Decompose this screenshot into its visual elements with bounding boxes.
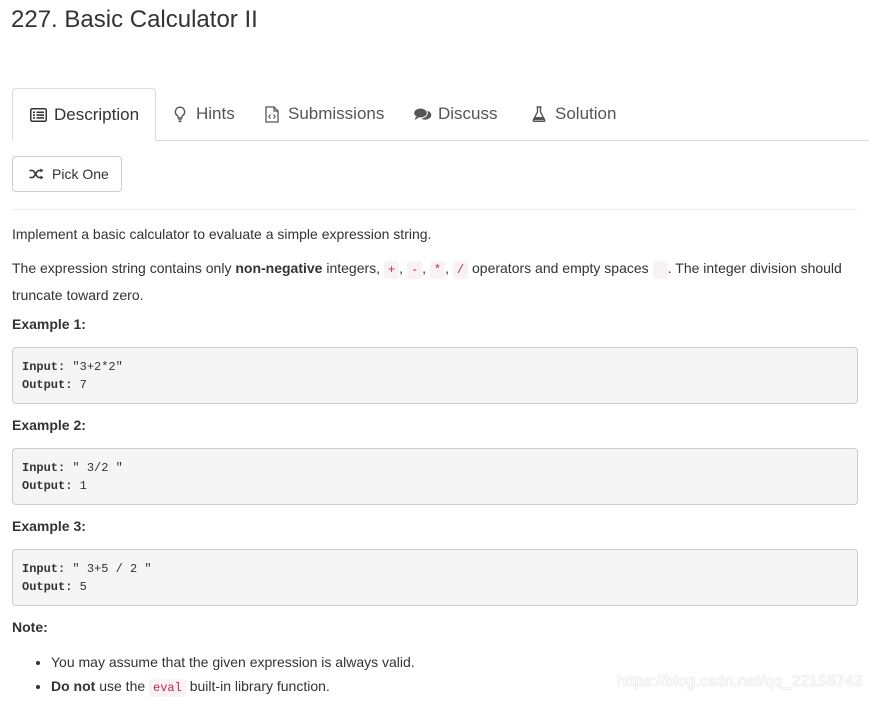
note-heading: Note: (12, 619, 48, 635)
output-value: 7 (72, 378, 87, 392)
note-list: You may assume that the given expression… (12, 650, 415, 700)
tab-description-label: Description (54, 105, 140, 124)
tab-hints[interactable]: Hints (170, 88, 235, 140)
problem-description: Implement a basic calculator to evaluate… (12, 222, 857, 308)
eval-code: eval (149, 679, 186, 697)
output-label: Output: (22, 580, 73, 594)
note-text: built-in library function. (185, 678, 330, 694)
lightbulb-icon (170, 104, 190, 124)
description-line-2: The expression string contains only non-… (12, 256, 857, 308)
tab-hints-label: Hints (196, 104, 235, 123)
input-value: " 3+5 / 2 " (65, 562, 152, 576)
tab-bar: Description Hints Submissions Discuss So… (12, 88, 869, 142)
list-item: You may assume that the given expression… (51, 650, 415, 674)
description-text: The expression string contains only (12, 260, 236, 276)
input-label: Input: (22, 562, 66, 576)
shuffle-icon (29, 168, 44, 180)
space-code (652, 261, 668, 279)
example-code-block: Input: "3+2*2" Output: 7 (12, 347, 858, 404)
pick-one-label: Pick One (52, 166, 109, 182)
tab-submissions[interactable]: Submissions (262, 88, 384, 140)
description-text: integers, (322, 260, 384, 276)
input-value: "3+2*2" (65, 360, 123, 374)
input-label: Input: (22, 461, 66, 475)
output-label: Output: (22, 378, 73, 392)
example-code-block: Input: " 3+5 / 2 " Output: 5 (12, 549, 858, 606)
operator-code: - (406, 261, 423, 279)
note-text: use the (95, 678, 150, 694)
tab-solution[interactable]: Solution (529, 88, 616, 140)
flask-icon (529, 104, 549, 124)
content-divider (12, 209, 857, 210)
operator-code: / (452, 261, 469, 279)
note-bold: Do not (51, 678, 96, 694)
separator: , (445, 260, 453, 276)
example-output-line: Output: 1 (22, 477, 848, 495)
file-code-icon (262, 104, 282, 124)
input-label: Input: (22, 360, 66, 374)
input-value: " 3/2 " (65, 461, 123, 475)
example-heading: Example 1: (12, 316, 86, 332)
tab-solution-label: Solution (555, 104, 617, 123)
description-text: operators and empty spaces (468, 260, 653, 276)
example-output-line: Output: 5 (22, 578, 848, 596)
operator-code: + (383, 261, 400, 279)
example-input-line: Input: "3+2*2" (22, 358, 848, 376)
pick-one-button[interactable]: Pick One (12, 156, 122, 192)
list-icon (28, 105, 48, 125)
output-value: 1 (72, 479, 87, 493)
example-input-line: Input: " 3+5 / 2 " (22, 560, 848, 578)
example-heading: Example 3: (12, 518, 86, 534)
problem-title: 227. Basic Calculator II (11, 6, 258, 33)
tab-discuss-label: Discuss (438, 104, 498, 123)
description-line-1: Implement a basic calculator to evaluate… (12, 226, 432, 242)
comments-icon (412, 104, 432, 124)
watermark: https://blog.csdn.net/qq_22158743 (617, 673, 863, 690)
separator: , (399, 260, 407, 276)
example-heading: Example 2: (12, 417, 86, 433)
tab-submissions-label: Submissions (288, 104, 385, 123)
example-input-line: Input: " 3/2 " (22, 459, 848, 477)
separator: , (422, 260, 430, 276)
description-bold: non-negative (235, 260, 323, 276)
output-label: Output: (22, 479, 73, 493)
tab-description[interactable]: Description (12, 88, 157, 142)
list-item: Do not use the eval built-in library fun… (51, 674, 415, 700)
tab-discuss[interactable]: Discuss (412, 88, 498, 140)
example-code-block: Input: " 3/2 " Output: 1 (12, 448, 858, 505)
output-value: 5 (72, 580, 87, 594)
example-output-line: Output: 7 (22, 376, 848, 394)
operator-code: * (429, 261, 446, 279)
